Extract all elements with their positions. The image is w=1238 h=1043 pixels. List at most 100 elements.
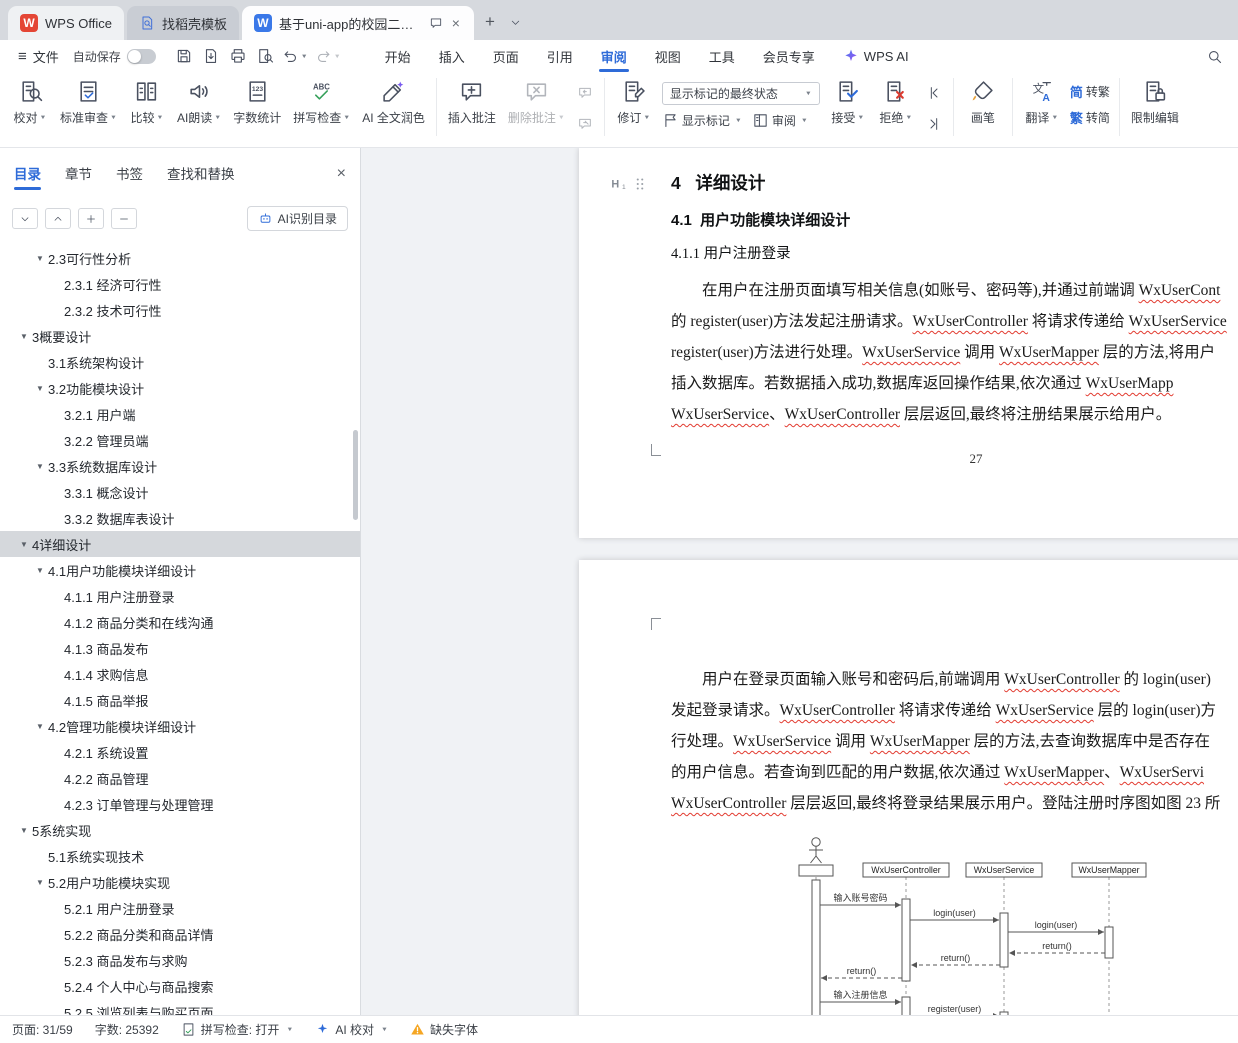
drag-handle-icon[interactable] [631,175,649,193]
ribbon-button-接受[interactable]: 接受 ▼ [824,76,872,140]
close-pane-icon[interactable]: × [337,165,346,189]
word-count[interactable]: 字数: 25392 [95,1021,159,1038]
menu-tab-视图[interactable]: 视图 [641,40,695,72]
ribbon-button-插入批注[interactable]: 插入批注 [442,76,502,140]
menu-tab-工具[interactable]: 工具 [695,40,749,72]
heading-level-icon[interactable]: H1 [607,174,627,194]
comment-bubble-icon[interactable] [429,16,443,30]
ribbon-button-修订[interactable]: 修订 ▼ [610,76,658,140]
outline-item[interactable]: 5.1系统实现技术 [0,843,360,869]
collapse-triangle-icon[interactable]: ▼ [36,254,48,263]
ribbon-button-拒绝[interactable]: 拒绝 ▼ [872,76,920,140]
page-indicator[interactable]: 页面: 31/59 [12,1021,73,1038]
ribbon-button-转繁[interactable]: 简转繁 [1070,82,1110,101]
collapse-triangle-icon[interactable]: ▼ [36,384,48,393]
tab-docer-templates[interactable]: 找稻壳模板 [126,6,239,40]
outline-item[interactable]: 5.2.4 个人中心与商品搜索 [0,973,360,999]
collapse-triangle-icon[interactable]: ▼ [36,722,48,731]
outline-item[interactable]: 3.1系统架构设计 [0,349,360,375]
pane-tab-查找和替换[interactable]: 查找和替换 [167,163,235,190]
outline-item[interactable]: 5.2.2 商品分类和商品详情 [0,921,360,947]
menu-tab-审阅[interactable]: 审阅 [587,40,641,72]
outline-item[interactable]: ▼ 5.2用户功能模块实现 [0,869,360,895]
menu-tab-会员专享[interactable]: 会员专享 [749,40,829,72]
undo-button[interactable]: ▼ [280,44,310,68]
next-change-button[interactable] [922,113,946,135]
prev-change-button[interactable] [922,82,946,104]
outline-item[interactable]: 4.1.5 商品举报 [0,687,360,713]
autosave-toggle[interactable] [126,48,156,64]
ribbon-button-拼写检查[interactable]: ABC 拼写检查 ▼ [287,76,356,140]
ribbon-button-比较[interactable]: 比较 ▼ [123,76,171,140]
save-button[interactable] [172,44,196,68]
ribbon-button-限制编辑[interactable]: 限制编辑 [1125,76,1185,140]
print-preview-button[interactable] [253,44,277,68]
menu-tab-引用[interactable]: 引用 [533,40,587,72]
ribbon-button-画笔[interactable]: 画笔 [959,76,1007,140]
outline-item[interactable]: 4.2.3 订单管理与处理管理 [0,791,360,817]
collapse-triangle-icon[interactable]: ▼ [20,826,32,835]
ai-proofread[interactable]: AI 校对 ▼ [315,1021,388,1038]
outline-item[interactable]: 4.1.4 求购信息 [0,661,360,687]
tab-active-document[interactable]: W 基于uni-app的校园二手物品 × [241,6,474,40]
menu-tab-插入[interactable]: 插入 [425,40,479,72]
collapse-triangle-icon[interactable]: ▼ [36,878,48,887]
outline-item[interactable]: 2.3.2 技术可行性 [0,297,360,323]
collapse-triangle-icon[interactable]: ▼ [36,462,48,471]
outline-item[interactable]: ▼ 5系统实现 [0,817,360,843]
outline-item[interactable]: ▼ 4详细设计 [0,531,360,557]
outline-item[interactable]: ▼ 3.3系统数据库设计 [0,453,360,479]
tab-list-button[interactable] [503,9,529,35]
menu-tab-开始[interactable]: 开始 [371,40,425,72]
outline-item[interactable]: 3.2.1 用户端 [0,401,360,427]
zoom-in-outline-button[interactable] [78,208,104,229]
outline-item[interactable]: 2.3.1 经济可行性 [0,271,360,297]
pane-tab-章节[interactable]: 章节 [65,163,92,190]
page-28[interactable]: 用户在登录页面输入账号和密码后,前端调用 WxUserController 的 … [579,560,1238,1015]
outline-item[interactable]: 4.2.2 商品管理 [0,765,360,791]
outline-item[interactable]: 4.2.1 系统设置 [0,739,360,765]
ribbon-button-字数统计[interactable]: 123 字数统计 [227,76,287,140]
file-menu[interactable]: ≡ 文件 [12,47,65,66]
outline-item[interactable]: 3.2.2 管理员端 [0,427,360,453]
outline-item[interactable]: 5.2.5 浏览列表与购买页面 [0,999,360,1016]
outline-item[interactable]: 4.1.3 商品发布 [0,635,360,661]
pane-tab-书签[interactable]: 书签 [116,163,143,190]
menu-tab-页面[interactable]: 页面 [479,40,533,72]
ribbon-button-转简[interactable]: 繁转简 [1070,108,1110,127]
close-tab-icon[interactable]: × [450,15,462,31]
export-pdf-button[interactable] [199,44,223,68]
outline-item[interactable]: ▼ 4.1用户功能模块详细设计 [0,557,360,583]
ribbon-button-审阅[interactable]: 审阅 ▼ [752,112,808,129]
ribbon-button-显示标记[interactable]: 显示标记 ▼ [662,112,742,129]
outline-item[interactable]: 3.3.1 概念设计 [0,479,360,505]
outline-item[interactable]: 5.2.1 用户注册登录 [0,895,360,921]
ribbon-button-翻译[interactable]: 文 A 翻译 ▼ [1018,76,1066,140]
ribbon-button-校对[interactable]: 校对 ▼ [6,76,54,140]
outline-item[interactable]: 5.2.3 商品发布与求购 [0,947,360,973]
search-button[interactable] [1202,44,1226,68]
outline-item[interactable]: ▼ 3.2功能模块设计 [0,375,360,401]
collapse-triangle-icon[interactable]: ▼ [20,540,32,549]
missing-font-warning[interactable]: 缺失字体 [410,1021,478,1038]
page-27[interactable]: 4 详细设计 4.1 用户功能模块详细设计 4.1.1 用户注册登录 在用户在注… [579,148,1238,538]
collapse-triangle-icon[interactable]: ▼ [20,332,32,341]
markup-state-select[interactable]: 显示标记的最终状态 ▼ [661,82,820,105]
pane-tab-目录[interactable]: 目录 [14,163,41,190]
ai-recognize-outline-button[interactable]: AI识别目录 [246,206,348,231]
zoom-out-outline-button[interactable] [111,208,137,229]
expand-all-button[interactable] [12,208,38,229]
print-button[interactable] [226,44,250,68]
collapse-triangle-icon[interactable]: ▼ [36,566,48,575]
collapse-all-button[interactable] [45,208,71,229]
ribbon-button-AI朗读[interactable]: AI朗读 ▼ [171,76,227,140]
outline-item[interactable]: ▼ 4.2管理功能模块详细设计 [0,713,360,739]
outline-item[interactable]: ▼ 3概要设计 [0,323,360,349]
sidebar-scrollbar[interactable] [353,430,358,520]
outline-item[interactable]: 4.1.2 商品分类和在线沟通 [0,609,360,635]
outline-item[interactable]: 4.1.1 用户注册登录 [0,583,360,609]
outline-item[interactable]: ▼ 2.3可行性分析 [0,245,360,271]
ribbon-button-AI 全文润色[interactable]: AI 全文润色 [356,76,431,140]
spellcheck-status[interactable]: 拼写检查: 打开 ▼ [181,1021,293,1038]
ribbon-button-标准审查[interactable]: 标准审查 ▼ [54,76,123,140]
